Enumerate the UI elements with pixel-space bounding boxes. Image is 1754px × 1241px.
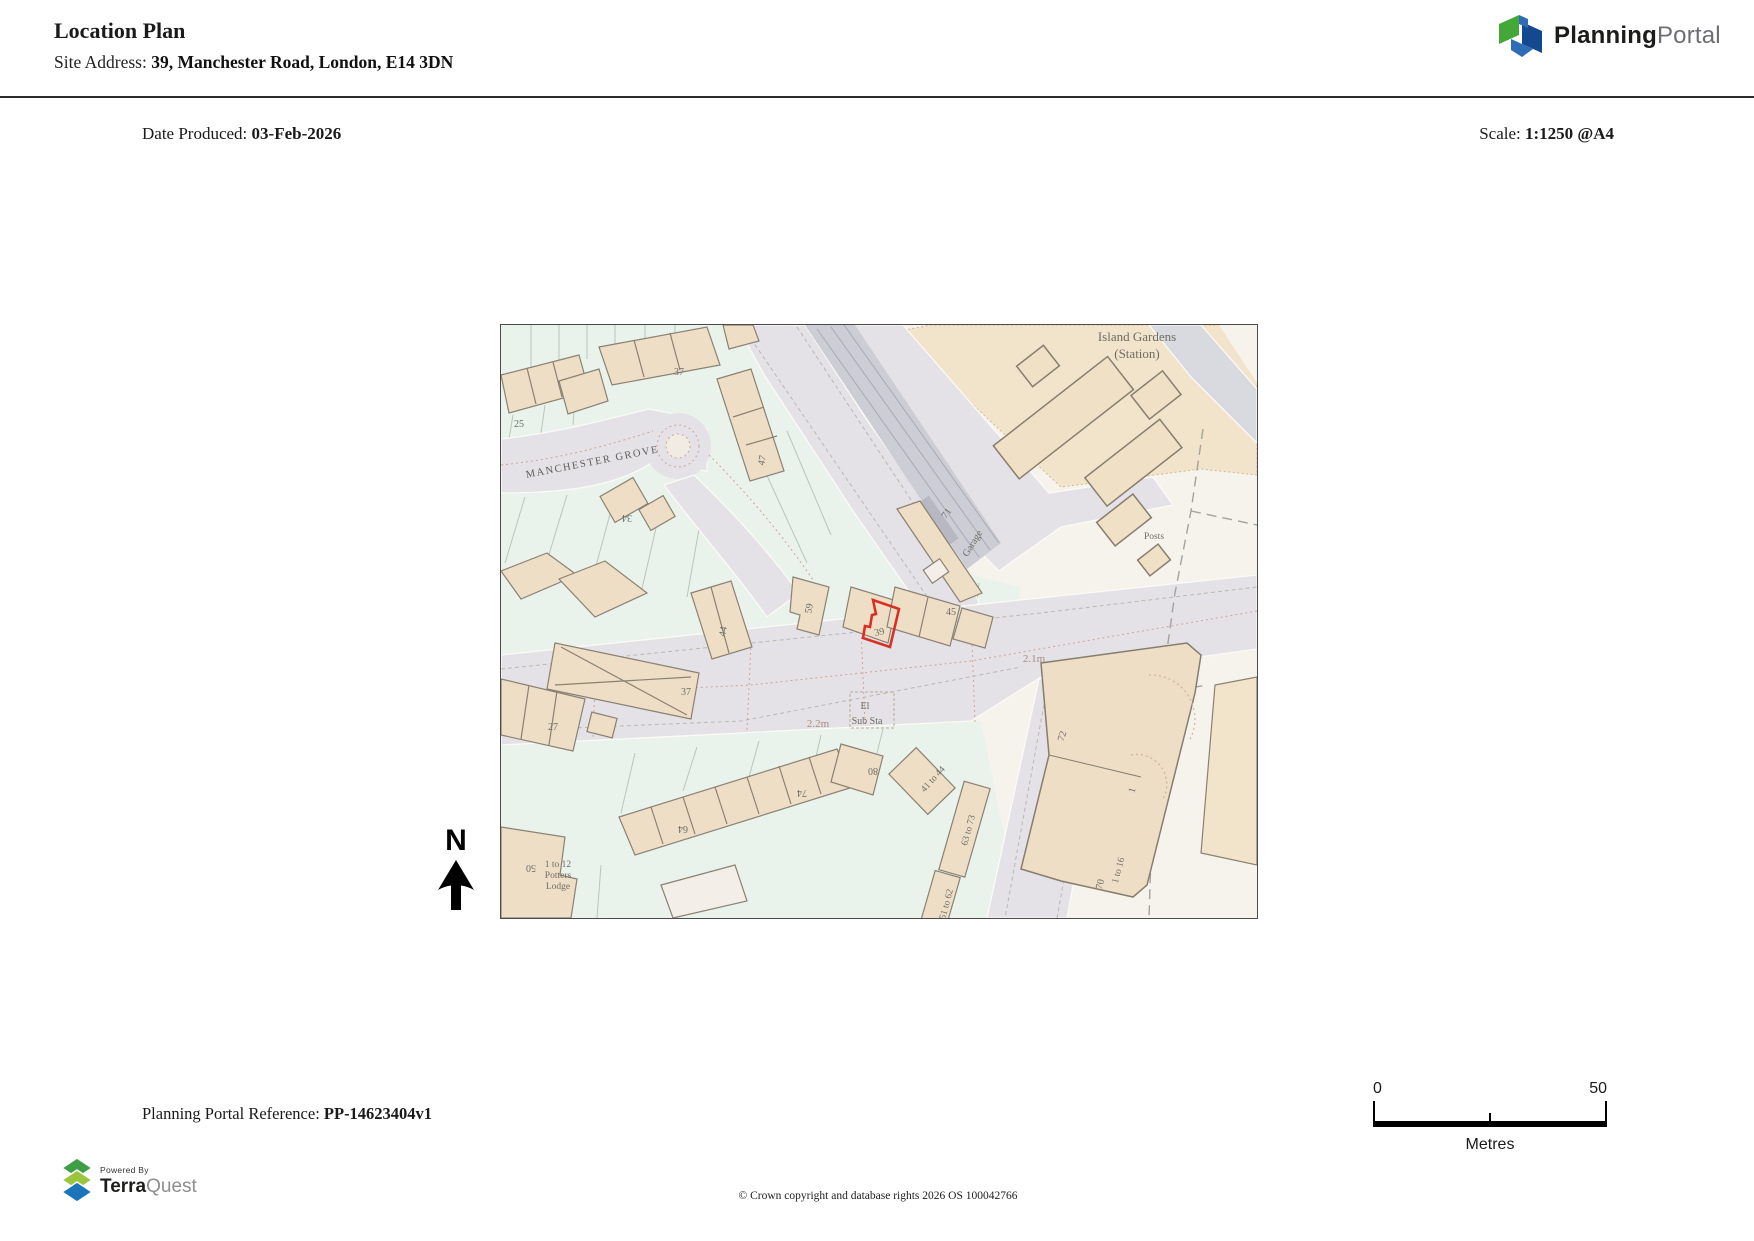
map-label: Potters <box>545 871 572 881</box>
date-produced: Date Produced: 03-Feb-2026 <box>142 124 341 144</box>
map-label: 25 <box>514 419 524 430</box>
map-label: El <box>861 701 870 712</box>
map-label: Island Gardens <box>1098 329 1176 344</box>
site-address-label: Site Address: <box>54 52 147 72</box>
north-arrow: N <box>434 826 478 915</box>
terraquest-logo-text: Powered By TerraQuest <box>100 1166 197 1196</box>
date-value: 03-Feb-2026 <box>251 124 342 143</box>
planning-reference: Planning Portal Reference: PP-14623404v1 <box>142 1104 432 1124</box>
powered-by-label: Powered By <box>100 1165 149 1176</box>
map-label: Lodge <box>546 882 570 892</box>
map-label: 2.2m <box>807 718 830 730</box>
map-label: 44 <box>717 626 730 638</box>
page-title: Location Plan <box>54 18 186 43</box>
reference-label: Planning Portal Reference: <box>142 1104 320 1123</box>
map-label: 1 to 12 <box>545 860 572 870</box>
scale-value: 1:1250 @A4 <box>1524 124 1614 143</box>
map-label: 50 <box>526 862 536 873</box>
brand-secondary: Portal <box>1656 22 1721 49</box>
date-label: Date Produced: <box>142 124 248 143</box>
map-label: 37 <box>681 687 691 698</box>
planning-portal-logo-text: PlanningPortal <box>1554 22 1721 50</box>
map-label: 27 <box>548 722 558 733</box>
brand-primary: Planning <box>1554 22 1657 49</box>
logo-green-shape <box>1499 15 1519 44</box>
os-map: Island Gardens(Station)Posts3725MANCHEST… <box>501 325 1257 918</box>
map-label: 45 <box>946 607 956 618</box>
map-label: Posts <box>1144 532 1164 542</box>
map-label: 74 <box>797 787 807 798</box>
map-label: (Station) <box>1114 346 1160 361</box>
map-label: 37 <box>674 367 684 378</box>
planning-portal-logo-icon <box>1499 15 1542 57</box>
map-label: 34 <box>622 512 632 523</box>
scale-label: Scale: <box>1479 124 1521 143</box>
scale-bar: 0 50 Metres <box>1373 1080 1607 1154</box>
scale-bar-unit: Metres <box>1465 1136 1515 1153</box>
map-label: 59 <box>803 603 816 615</box>
terraquest-secondary: Quest <box>146 1175 197 1197</box>
north-label: N <box>445 824 467 857</box>
map-label: 80 <box>868 765 878 776</box>
site-address-value: 39, Manchester Road, London, E14 3DN <box>151 52 454 72</box>
scale-bar-graphic <box>1373 1100 1607 1127</box>
location-plan-document: Location Plan Site Address: 39, Manchest… <box>0 0 1754 1241</box>
terraquest-primary: Terra <box>100 1175 147 1197</box>
scale-bar-end: 50 <box>1589 1080 1607 1097</box>
map-canvas: Island Gardens (Station) Posts 37 25 MANCHEST… <box>500 324 1258 919</box>
copyright-notice: © Crown copyright and database rights 20… <box>738 1190 1018 1202</box>
map-scale: Scale: 1:1250 @A4 <box>1479 124 1614 144</box>
map-label: Sub Sta <box>852 716 883 727</box>
terraquest-logo-icon <box>62 1158 92 1203</box>
north-arrow-icon <box>438 860 474 910</box>
map-label: 2.1m <box>1023 653 1046 665</box>
terraquest-logo: Powered By TerraQuest <box>62 1158 197 1204</box>
scale-bar-start: 0 <box>1373 1080 1382 1097</box>
site-address: Site Address: 39, Manchester Road, Londo… <box>54 52 453 73</box>
planning-portal-logo: PlanningPortal <box>1498 12 1721 60</box>
map-label: 64 <box>678 823 688 834</box>
reference-value: PP-14623404v1 <box>323 1104 433 1123</box>
header-divider <box>0 96 1754 98</box>
